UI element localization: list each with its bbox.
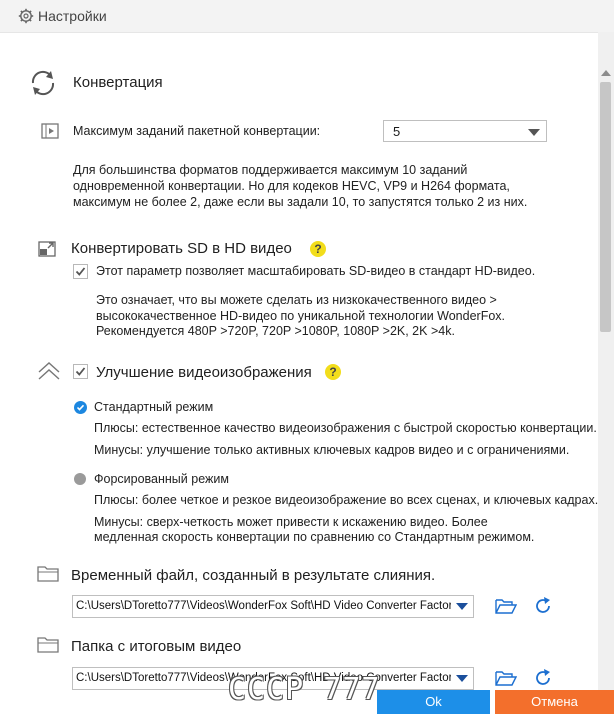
forced-mode-minus-2: медленная скорость конвертации по сравне… — [94, 530, 535, 544]
upscale-icon — [38, 241, 56, 257]
refresh-convert-icon — [31, 70, 55, 96]
sd-hd-checkbox[interactable] — [73, 264, 88, 279]
folder-icon — [37, 637, 59, 653]
standard-mode-minus: Минусы: улучшение только активных ключев… — [94, 443, 570, 457]
sd-hd-desc-2: высококачественное HD-видео по уникально… — [96, 309, 506, 323]
standard-mode-radio[interactable] — [74, 401, 87, 414]
enhance-checkbox[interactable] — [73, 364, 88, 379]
forced-mode-label[interactable]: Форсированный режим — [94, 472, 229, 488]
conversion-desc-2: одновременной конвертации. Но для кодеко… — [73, 179, 510, 193]
forced-mode-radio[interactable] — [74, 473, 86, 485]
forced-mode-minus-1: Минусы: сверх-четкость может привести к … — [94, 515, 488, 529]
scroll-thumb[interactable] — [600, 82, 611, 332]
sd-hd-help-icon[interactable]: ? — [310, 241, 326, 257]
watermark-text: СССР 777 — [228, 672, 381, 707]
refresh-icon[interactable] — [533, 596, 553, 616]
open-folder-icon[interactable] — [495, 597, 517, 615]
chevron-down-icon — [456, 603, 468, 610]
sd-hd-desc-3: Рекомендуется 480P >720P, 720P >1080P, 1… — [96, 324, 455, 338]
temp-file-title: Временный файл, созданный в результате с… — [71, 567, 436, 584]
vertical-scrollbar[interactable] — [598, 32, 614, 714]
standard-mode-plus: Плюсы: естественное качество видеоизобра… — [94, 421, 597, 435]
sd-hd-title: Конвертировать SD в HD видео — [71, 240, 292, 257]
enhance-title: Улучшение видеоизображения — [96, 364, 312, 381]
window-title: Настройки — [38, 8, 107, 24]
conversion-desc-3: максимум не более 2, даже если вы задали… — [73, 195, 528, 209]
temp-file-dropdown[interactable] — [451, 596, 473, 617]
max-tasks-select[interactable]: 5 — [383, 120, 547, 142]
chevron-down-icon — [528, 129, 540, 136]
checkmark-icon — [75, 267, 86, 276]
conversion-desc-1: Для большинства форматов поддерживается … — [73, 163, 468, 177]
conversion-title: Конвертация — [73, 74, 163, 91]
max-tasks-label: Максимум заданий пакетной конвертации: — [73, 124, 321, 138]
output-folder-dropdown[interactable] — [451, 668, 473, 689]
folder-icon — [37, 566, 59, 582]
ok-button[interactable]: Ok — [377, 690, 490, 714]
forced-mode-plus: Плюсы: более четкое и резкое видеоизобра… — [94, 493, 599, 507]
film-icon — [41, 123, 59, 139]
sd-hd-desc-1: Это означает, что вы можете сделать из н… — [96, 293, 497, 307]
double-chevron-up-icon[interactable] — [37, 360, 61, 382]
temp-file-path-field[interactable]: C:\Users\DToretto777\Videos\WonderFox So… — [72, 595, 474, 618]
enhance-help-icon[interactable]: ? — [325, 364, 341, 380]
open-folder-icon[interactable] — [495, 669, 517, 687]
output-folder-title: Папка с итоговым видео — [71, 638, 242, 655]
refresh-icon[interactable] — [533, 668, 553, 688]
gear-icon — [18, 8, 34, 24]
sd-hd-checkbox-label: Этот параметр позволяет масштабировать S… — [96, 264, 536, 278]
chevron-down-icon — [456, 675, 468, 682]
scroll-up-arrow-icon[interactable] — [601, 70, 611, 76]
checkmark-icon — [75, 367, 86, 376]
standard-mode-label[interactable]: Стандартный режим — [94, 400, 213, 416]
check-icon — [76, 404, 85, 411]
temp-file-path: C:\Users\DToretto777\Videos\WonderFox So… — [76, 600, 470, 612]
cancel-button[interactable]: Отмена — [495, 690, 614, 714]
max-tasks-value: 5 — [393, 124, 401, 139]
title-bar: Настройки — [0, 0, 614, 33]
